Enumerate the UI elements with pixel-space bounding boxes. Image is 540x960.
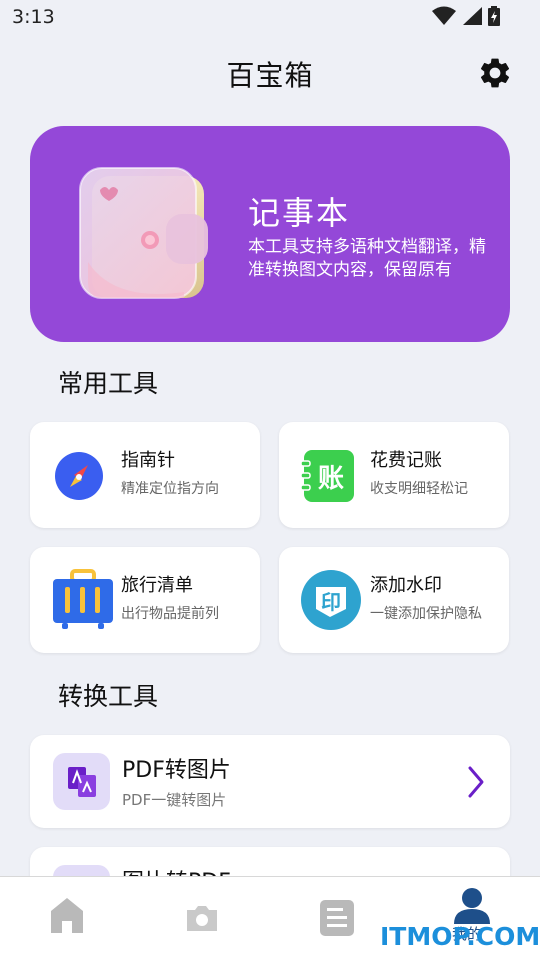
camera-icon [187, 906, 217, 931]
tool-compass[interactable]: 指南针 精准定位指方向 [30, 422, 260, 528]
tool-desc: 出行物品提前列 [121, 606, 219, 622]
wifi-icon [432, 6, 456, 25]
tool-name: 添加水印 [370, 575, 442, 596]
battery-charging-icon [488, 6, 500, 26]
nav-camera[interactable] [172, 895, 232, 955]
nav-home[interactable] [37, 895, 97, 955]
gear-icon [480, 58, 510, 88]
header: 百宝箱 [0, 44, 540, 104]
tool-desc: 收支明细轻松记 [370, 481, 468, 497]
convert-name: PDF转图片 [122, 758, 231, 783]
settings-button[interactable] [476, 54, 514, 92]
banner-title: 记事本 [248, 194, 351, 232]
pdf-icon-tile [53, 753, 110, 810]
notepad-banner[interactable]: 记事本 本工具支持多语种文档翻译，精准转换图文内容，保留原有 [30, 126, 510, 342]
ledger-icon: 账 [301, 450, 354, 502]
tool-add-watermark[interactable]: 印 添加水印 一键添加保护隐私 [279, 547, 509, 653]
status-bar: 3:13 [0, 0, 540, 36]
tool-name: 指南针 [121, 450, 175, 471]
pdf-icon [67, 766, 96, 797]
site-watermark: ITMOP.COM [380, 922, 540, 951]
suitcase-icon [53, 569, 113, 629]
svg-text:印: 印 [321, 590, 341, 614]
tool-name: 旅行清单 [121, 575, 193, 596]
nav-documents[interactable] [307, 895, 367, 955]
page-title: 百宝箱 [226, 59, 314, 92]
status-icons [432, 6, 500, 26]
compass-icon [55, 452, 103, 500]
common-tools-title: 常用工具 [58, 369, 159, 398]
svg-text:账: 账 [318, 464, 344, 494]
pdf-to-image-card[interactable]: PDF转图片 PDF一键转图片 [30, 735, 510, 828]
app-screen: 3:13 百宝箱 记事本 本工具支持多语种文档翻译，精准转换图文内容，保留原有 … [0, 0, 540, 960]
convert-desc: PDF一键转图片 [122, 791, 227, 809]
signal-icon [463, 7, 482, 25]
chevron-right-icon [468, 766, 484, 798]
notebook-illustration [79, 167, 208, 299]
banner-description: 本工具支持多语种文档翻译，精准转换图文内容，保留原有 [248, 237, 486, 280]
watermark-icon: 印 [301, 570, 361, 630]
convert-tools-title: 转换工具 [58, 682, 159, 711]
status-time: 3:13 [12, 6, 55, 28]
document-icon [320, 900, 354, 936]
profile-icon [454, 888, 490, 924]
tool-name: 花费记账 [370, 450, 442, 471]
tool-desc: 精准定位指方向 [121, 481, 219, 497]
tool-desc: 一键添加保护隐私 [370, 606, 482, 622]
tool-expense[interactable]: 账 花费记账 收支明细轻松记 [279, 422, 509, 528]
tool-travel-list[interactable]: 旅行清单 出行物品提前列 [30, 547, 260, 653]
home-icon [51, 898, 83, 933]
